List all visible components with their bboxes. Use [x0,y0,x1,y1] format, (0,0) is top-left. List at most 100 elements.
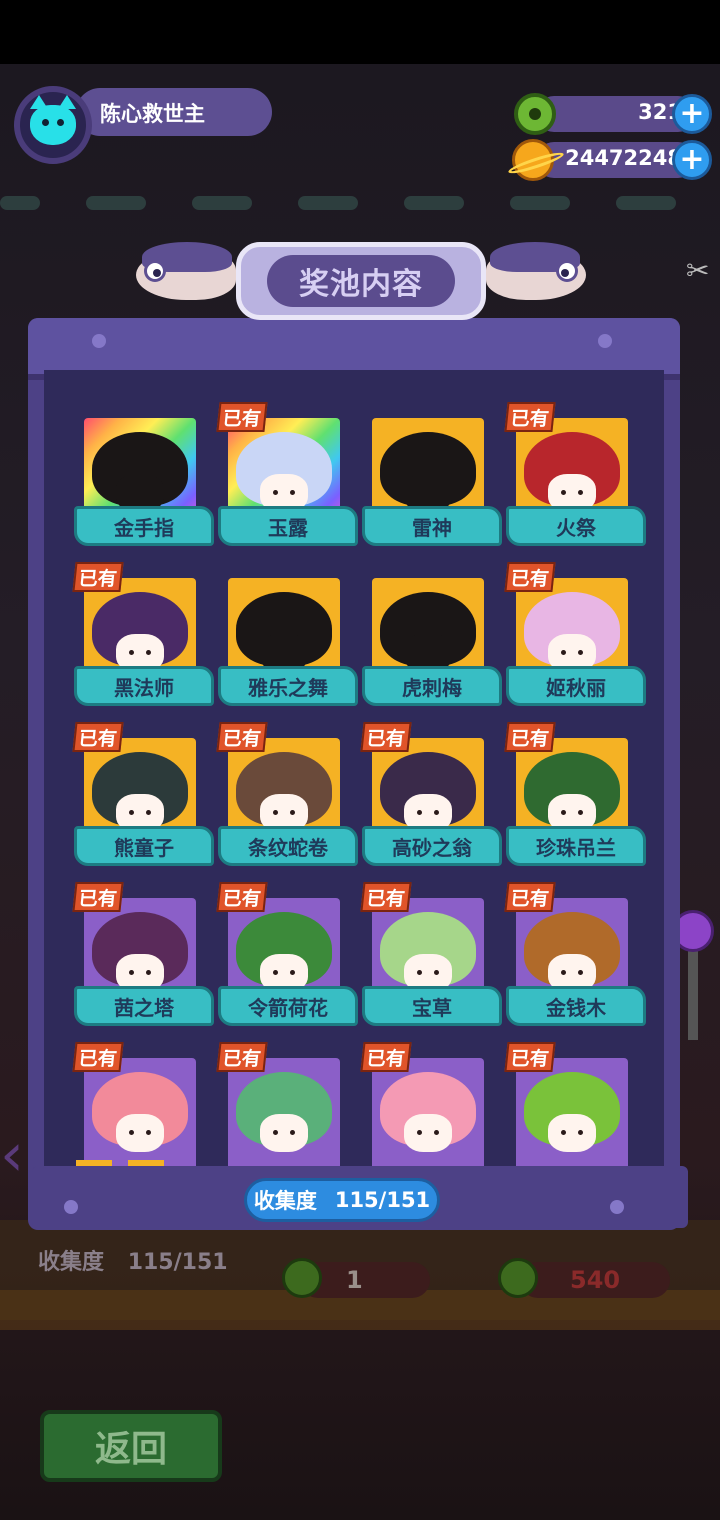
background-price-value: 540 [570,1266,621,1294]
character-name-tag: 宝草 [362,986,502,1026]
profile-badge[interactable]: 陈心救世主 [14,86,272,164]
donut-currency: 321 + [512,93,712,135]
background-dash [404,196,464,210]
planet-currency: 24472248 + [506,139,712,181]
character-name: 金手指 [114,515,174,540]
character-card[interactable]: 已有令箭荷花 [216,882,366,1034]
owned-badge: 已有 [360,1042,412,1072]
character-name-tag: 雅乐之舞 [218,666,358,706]
back-button-label: 返回 [94,1429,167,1470]
character-card[interactable]: 已有珍珠吊兰 [504,722,654,874]
character-portrait [380,1072,476,1162]
status-bar [0,0,720,64]
character-name: 令箭荷花 [248,995,328,1020]
character-card[interactable]: 已有 [504,1042,654,1170]
character-card[interactable]: 已有 姬秋丽 [504,562,654,714]
background-collection-value: 115/151 [127,1250,228,1275]
character-name-tag: 茜之塔 [74,986,214,1026]
character-name: 虎刺梅 [402,675,462,700]
character-card[interactable]: 已有火祭 [504,402,654,554]
donut-currency-value: 321 [638,100,682,124]
character-card[interactable]: 已有条纹蛇卷 [216,722,366,874]
owned-badge: 已有 [72,1042,124,1072]
character-card[interactable]: 已有 高砂之翁 [360,722,510,874]
scissors-icon[interactable]: ✂ [686,254,709,287]
green-donut-icon [514,93,556,135]
character-name-tag: 玉露 [218,506,358,546]
character-card[interactable]: 已有玉露 [216,402,366,554]
character-portrait [236,1072,332,1162]
background-dash [510,196,570,210]
character-name: 雅乐之舞 [248,675,328,700]
character-name: 宝草 [412,995,452,1020]
profile-name: 陈心救世主 [100,102,205,126]
character-name-tag: 珍珠吊兰 [506,826,646,866]
planet-currency-value: 24472248 [565,146,682,170]
character-name: 条纹蛇卷 [248,835,328,860]
character-name-tag: 金钱木 [506,986,646,1026]
character-name: 姬秋丽 [546,675,606,700]
character-name: 玉露 [268,515,308,540]
owned-badge: 已有 [216,402,268,432]
rivet [598,334,612,348]
character-name: 茜之塔 [114,995,174,1020]
character-name-tag: 高砂之翁 [362,826,502,866]
character-name-tag: 条纹蛇卷 [218,826,358,866]
character-card[interactable]: 已有 [216,1042,366,1170]
owned-badge: 已有 [72,722,124,752]
character-name-tag: 令箭荷花 [218,986,358,1026]
add-donut-button[interactable]: + [672,94,712,134]
background-dash [0,196,40,210]
add-planet-coin-button[interactable]: + [672,140,712,180]
character-card[interactable]: 已有 [360,1042,510,1170]
owned-badge: 已有 [72,882,124,912]
lever-stick [688,940,698,1040]
character-card[interactable]: 雅乐之舞 [218,574,366,714]
owned-badge: 已有 [360,882,412,912]
character-portrait [524,1072,620,1162]
green-coin-icon [282,1258,322,1298]
character-name: 火祭 [556,515,596,540]
character-card[interactable]: 雷神 [362,414,510,554]
character-grid[interactable]: 金手指 已有 玉露 雷神 已有 火祭 已有 黑法师 雅乐之舞 虎刺梅 已有 姬秋丽 已有 熊童子 已有 条纹蛇… [44,370,664,1170]
avatar[interactable] [14,86,92,164]
back-button[interactable]: 返回 [40,1410,222,1482]
character-name-tag: 姬秋丽 [506,666,646,706]
character-card[interactable]: 金手指 [74,414,222,554]
owned-badge: 已有 [504,1042,556,1072]
fish-decoration-right [486,238,606,308]
collection-label: 收集度 [253,1189,317,1213]
character-name-tag: 金手指 [74,506,214,546]
background-dash [298,196,358,210]
character-card[interactable]: 已有茜之塔 [72,882,222,1034]
owned-badge: 已有 [216,882,268,912]
character-portrait [92,1072,188,1162]
background-collection-text: 收集度 115/151 [38,1244,228,1276]
background-count-value: 1 [346,1266,363,1294]
rivet [92,334,106,348]
banner-inner: 奖池内容 [267,255,455,307]
character-name: 金钱木 [546,995,606,1020]
character-name-tag: 黑法师 [74,666,214,706]
character-card[interactable]: 已有 [72,1042,222,1170]
character-card[interactable]: 虎刺梅 [362,574,510,714]
character-card[interactable]: 已有 黑法师 [72,562,222,714]
panel-title-banner: 奖池内容 [116,230,606,326]
owned-badge: 已有 [504,402,556,432]
collection-progress: 收集度 115/151 [244,1178,440,1222]
background-dash [86,196,146,210]
character-name-tag: 雷神 [362,506,502,546]
character-card[interactable]: 已有宝草 [360,882,510,1034]
background-dash [192,196,252,210]
cat-face-icon [30,95,76,145]
planet-coin-icon [506,139,566,181]
character-card[interactable]: 已有金钱木 [504,882,654,1034]
character-name: 珍珠吊兰 [536,835,616,860]
owned-badge: 已有 [504,722,556,752]
character-name: 高砂之翁 [392,835,472,860]
owned-badge: 已有 [504,882,556,912]
owned-badge: 已有 [72,562,124,592]
owned-badge: 已有 [216,722,268,752]
character-name: 熊童子 [114,835,174,860]
character-card[interactable]: 已有熊童子 [72,722,222,874]
